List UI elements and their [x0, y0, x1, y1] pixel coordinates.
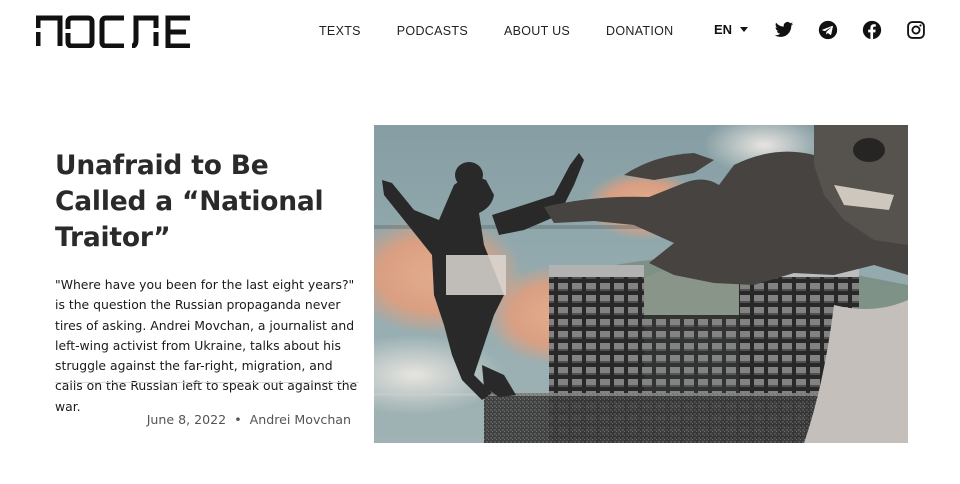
divider	[55, 382, 359, 383]
social-links	[774, 20, 950, 40]
facebook-icon[interactable]	[862, 20, 882, 40]
article-author[interactable]: Andrei Movchan	[250, 412, 351, 427]
site-logo[interactable]	[36, 14, 196, 48]
language-label: EN	[714, 22, 733, 37]
article-lede: "Where have you been for the last eight …	[55, 277, 358, 414]
article-title[interactable]: Unafraid to Be Called a “National Traito…	[55, 148, 360, 256]
twitter-icon[interactable]	[774, 20, 794, 40]
logo-wordmark-icon	[36, 15, 190, 48]
article-summary: Unafraid to Be Called a “National Traito…	[55, 148, 360, 417]
nav-texts[interactable]: TEXTS	[319, 24, 361, 38]
article-hero-image[interactable]	[374, 125, 908, 443]
meta-separator: •	[234, 412, 242, 427]
language-selector[interactable]: EN	[714, 22, 749, 37]
instagram-icon[interactable]	[906, 20, 926, 40]
nav-donation[interactable]: DONATION	[606, 24, 673, 38]
nav-podcasts[interactable]: PODCASTS	[397, 24, 468, 38]
telegram-icon[interactable]	[818, 20, 838, 40]
chevron-down-icon	[740, 27, 749, 32]
article-meta: June 8, 2022 • Andrei Movchan	[0, 412, 351, 427]
site-header: TEXTS PODCASTS ABOUT US DONATION EN	[0, 0, 960, 62]
article-date: June 8, 2022	[146, 412, 227, 427]
main-nav: TEXTS PODCASTS ABOUT US DONATION	[319, 24, 710, 38]
nav-about-us[interactable]: ABOUT US	[504, 24, 570, 38]
